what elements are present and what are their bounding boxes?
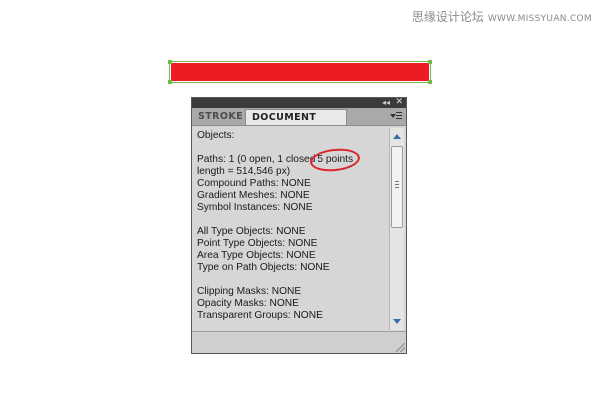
panel-menu-icon[interactable] xyxy=(390,111,402,121)
info-objects: Objects: xyxy=(197,130,235,141)
red-rectangle[interactable] xyxy=(168,60,432,84)
anchor-point-top-left[interactable] xyxy=(168,60,172,64)
info-compound-paths: Compound Paths: NONE xyxy=(197,178,311,189)
info-paths: Paths: 1 (0 open, 1 closed 5 points xyxy=(197,154,388,166)
info-opacity-masks: Opacity Masks: NONE xyxy=(197,298,299,309)
resize-grip-icon[interactable] xyxy=(396,343,405,352)
close-icon[interactable]: ✕ xyxy=(395,97,403,108)
scrollbar-thumb[interactable] xyxy=(391,146,403,228)
anchor-point-bottom-right[interactable] xyxy=(428,80,432,84)
watermark: 思缘设计论坛 WWW.MISSYUAN.COM xyxy=(412,8,592,25)
panel-tabbar: STROKE DOCUMENT INFO xyxy=(192,108,406,139)
document-info-panel: ◂◂ ✕ STROKE DOCUMENT INFO Objects: Paths… xyxy=(191,97,407,354)
info-area-type: Area Type Objects: NONE xyxy=(197,250,316,261)
info-length: length = 514,546 px) xyxy=(197,166,291,177)
info-paths-prefix: Paths: 1 (0 open, 1 closed xyxy=(197,154,316,165)
info-clipping-masks: Clipping Masks: NONE xyxy=(197,286,302,297)
info-symbol-instances: Symbol Instances: NONE xyxy=(197,202,313,213)
info-transparent-groups: Transparent Groups: NONE xyxy=(197,310,323,321)
watermark-chinese: 思缘设计论坛 xyxy=(411,10,484,24)
menu-lines-icon xyxy=(396,112,402,121)
watermark-url: WWW.MISSYUAN.COM xyxy=(487,14,592,24)
info-all-type: All Type Objects: NONE xyxy=(197,226,306,237)
grip-icon xyxy=(395,181,399,190)
info-gradient-meshes: Gradient Meshes: NONE xyxy=(197,190,310,201)
anchor-point-bottom-left[interactable] xyxy=(168,80,172,84)
anchor-point-top-right[interactable] xyxy=(428,60,432,64)
document-info-content: Objects: Paths: 1 (0 open, 1 closed 5 poi… xyxy=(192,126,388,332)
rectangle-fill xyxy=(171,63,429,81)
vertical-scrollbar[interactable] xyxy=(389,128,404,330)
scroll-up-arrow-icon[interactable] xyxy=(393,134,401,139)
points-highlight: 5 points xyxy=(317,154,354,165)
scroll-down-arrow-icon[interactable] xyxy=(393,319,401,324)
info-type-on-path: Type on Path Objects: NONE xyxy=(197,262,330,273)
panel-titlebar[interactable]: ◂◂ ✕ xyxy=(192,97,406,108)
tab-document-info[interactable]: DOCUMENT INFO xyxy=(245,109,347,139)
tab-stroke[interactable]: STROKE xyxy=(192,109,244,125)
panel-footer xyxy=(192,331,406,353)
info-point-type: Point Type Objects: NONE xyxy=(197,238,318,249)
collapse-icon[interactable]: ◂◂ xyxy=(382,97,390,108)
